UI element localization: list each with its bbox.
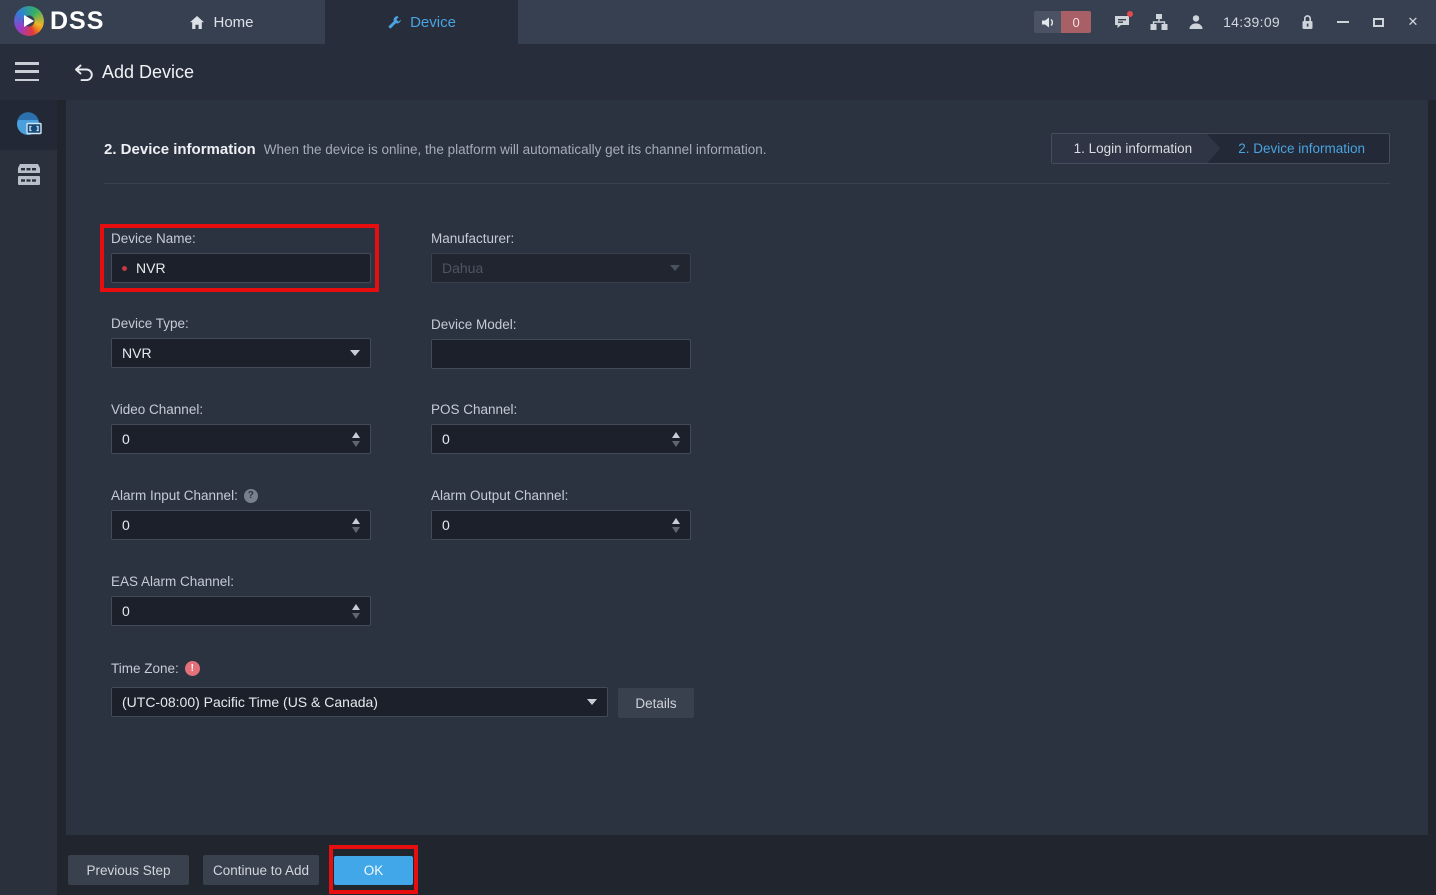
alarm-input-channel-value: 0 <box>122 517 130 533</box>
video-channel-value: 0 <box>122 431 130 447</box>
spinner-up-icon[interactable] <box>672 518 680 524</box>
time-zone-select[interactable]: (UTC-08:00) Pacific Time (US & Canada) <box>111 687 608 717</box>
device-name-field[interactable] <box>111 253 371 283</box>
eas-alarm-channel-stepper[interactable]: 0 <box>111 596 371 626</box>
spinner-down-icon[interactable] <box>352 613 360 619</box>
step-indicator: 1. Login information 2. Device informati… <box>1051 133 1390 164</box>
alarm-input-channel-label: Alarm Input Channel: ? <box>111 488 258 503</box>
tab-device-label: Device <box>410 14 456 31</box>
previous-step-button[interactable]: Previous Step <box>68 855 189 885</box>
add-device-panel: 2. Device information When the device is … <box>66 100 1428 835</box>
lock-icon[interactable] <box>1297 12 1317 32</box>
sidebar-item-server[interactable] <box>0 150 57 200</box>
spinner-up-icon[interactable] <box>672 432 680 438</box>
device-name-label: Device Name: <box>111 231 196 246</box>
maximize-icon <box>1373 18 1384 27</box>
device-model-input[interactable] <box>432 340 690 368</box>
page-header: Add Device <box>0 44 1436 100</box>
tab-device[interactable]: Device <box>325 0 518 44</box>
manufacturer-value: Dahua <box>442 260 483 276</box>
minimize-button[interactable] <box>1334 12 1352 32</box>
pos-channel-label: POS Channel: <box>431 402 517 417</box>
left-sidebar <box>0 100 57 895</box>
org-sitemap-icon[interactable] <box>1149 12 1169 32</box>
message-icon[interactable] <box>1112 12 1132 32</box>
spinner-up-icon[interactable] <box>352 604 360 610</box>
menu-toggle-button[interactable] <box>15 62 39 81</box>
minimize-icon <box>1337 21 1349 23</box>
video-channel-label: Video Channel: <box>111 402 203 417</box>
section-title: 2. Device information <box>104 141 256 158</box>
server-icon <box>16 163 42 188</box>
home-icon <box>189 15 205 30</box>
close-button[interactable]: ✕ <box>1404 12 1422 32</box>
section-divider <box>104 183 1390 184</box>
close-icon: ✕ <box>1408 14 1419 30</box>
app-logo: DSS <box>14 6 104 36</box>
eas-alarm-channel-label: EAS Alarm Channel: <box>111 574 234 589</box>
chevron-down-icon <box>350 350 360 356</box>
maximize-button[interactable] <box>1369 12 1387 32</box>
notification-dot <box>1127 11 1133 17</box>
spinner-down-icon[interactable] <box>672 527 680 533</box>
pos-channel-stepper[interactable]: 0 <box>431 424 691 454</box>
app-logo-text: DSS <box>50 7 104 36</box>
continue-to-add-button[interactable]: Continue to Add <box>203 855 319 885</box>
eas-alarm-channel-value: 0 <box>122 603 130 619</box>
page-title: Add Device <box>102 62 194 83</box>
pos-channel-value: 0 <box>442 431 450 447</box>
device-model-field[interactable] <box>431 339 691 369</box>
device-type-label: Device Type: <box>111 316 189 331</box>
spinner-down-icon[interactable] <box>352 441 360 447</box>
wrench-icon <box>387 15 402 30</box>
sidebar-item-device-manager[interactable] <box>0 100 57 150</box>
device-type-value: NVR <box>122 345 152 361</box>
step-device-information[interactable]: 2. Device information <box>1220 134 1389 163</box>
device-globe-icon <box>14 110 44 140</box>
details-button[interactable]: Details <box>618 688 694 718</box>
video-channel-stepper[interactable]: 0 <box>111 424 371 454</box>
spinner-up-icon[interactable] <box>352 518 360 524</box>
time-zone-label-text: Time Zone: <box>111 661 179 676</box>
alarm-output-channel-stepper[interactable]: 0 <box>431 510 691 540</box>
device-type-select[interactable]: NVR <box>111 338 371 368</box>
tab-home-label: Home <box>213 14 253 31</box>
chevron-down-icon <box>587 699 597 705</box>
section-subtitle: When the device is online, the platform … <box>264 142 767 157</box>
speaker-icon <box>1034 11 1061 33</box>
ok-button[interactable]: OK <box>334 856 413 885</box>
warning-icon: ! <box>185 661 200 676</box>
alarm-sound-control[interactable]: 0 <box>1034 11 1091 33</box>
step-login-information[interactable]: 1. Login information <box>1052 134 1221 163</box>
clock: 14:39:09 <box>1223 14 1280 30</box>
alarm-output-channel-label: Alarm Output Channel: <box>431 488 568 503</box>
manufacturer-select: Dahua <box>431 253 691 283</box>
alarm-input-channel-stepper[interactable]: 0 <box>111 510 371 540</box>
device-name-input[interactable] <box>127 254 370 282</box>
help-icon[interactable]: ? <box>244 489 258 503</box>
device-model-label: Device Model: <box>431 317 517 332</box>
dss-logo-icon <box>14 6 44 36</box>
spinner-up-icon[interactable] <box>352 432 360 438</box>
manufacturer-label: Manufacturer: <box>431 231 514 246</box>
alarm-output-channel-value: 0 <box>442 517 450 533</box>
time-zone-label: Time Zone: ! <box>111 661 200 676</box>
spinner-down-icon[interactable] <box>352 527 360 533</box>
top-bar: DSS Home Device 0 14:39:09 <box>0 0 1436 44</box>
spinner-down-icon[interactable] <box>672 441 680 447</box>
alarm-input-channel-label-text: Alarm Input Channel: <box>111 488 238 503</box>
time-zone-value: (UTC-08:00) Pacific Time (US & Canada) <box>122 694 378 710</box>
alarm-count-badge: 0 <box>1061 11 1091 33</box>
tab-home[interactable]: Home <box>118 0 325 44</box>
chevron-down-icon <box>670 265 680 271</box>
back-icon[interactable] <box>74 64 94 81</box>
user-icon[interactable] <box>1186 12 1206 32</box>
